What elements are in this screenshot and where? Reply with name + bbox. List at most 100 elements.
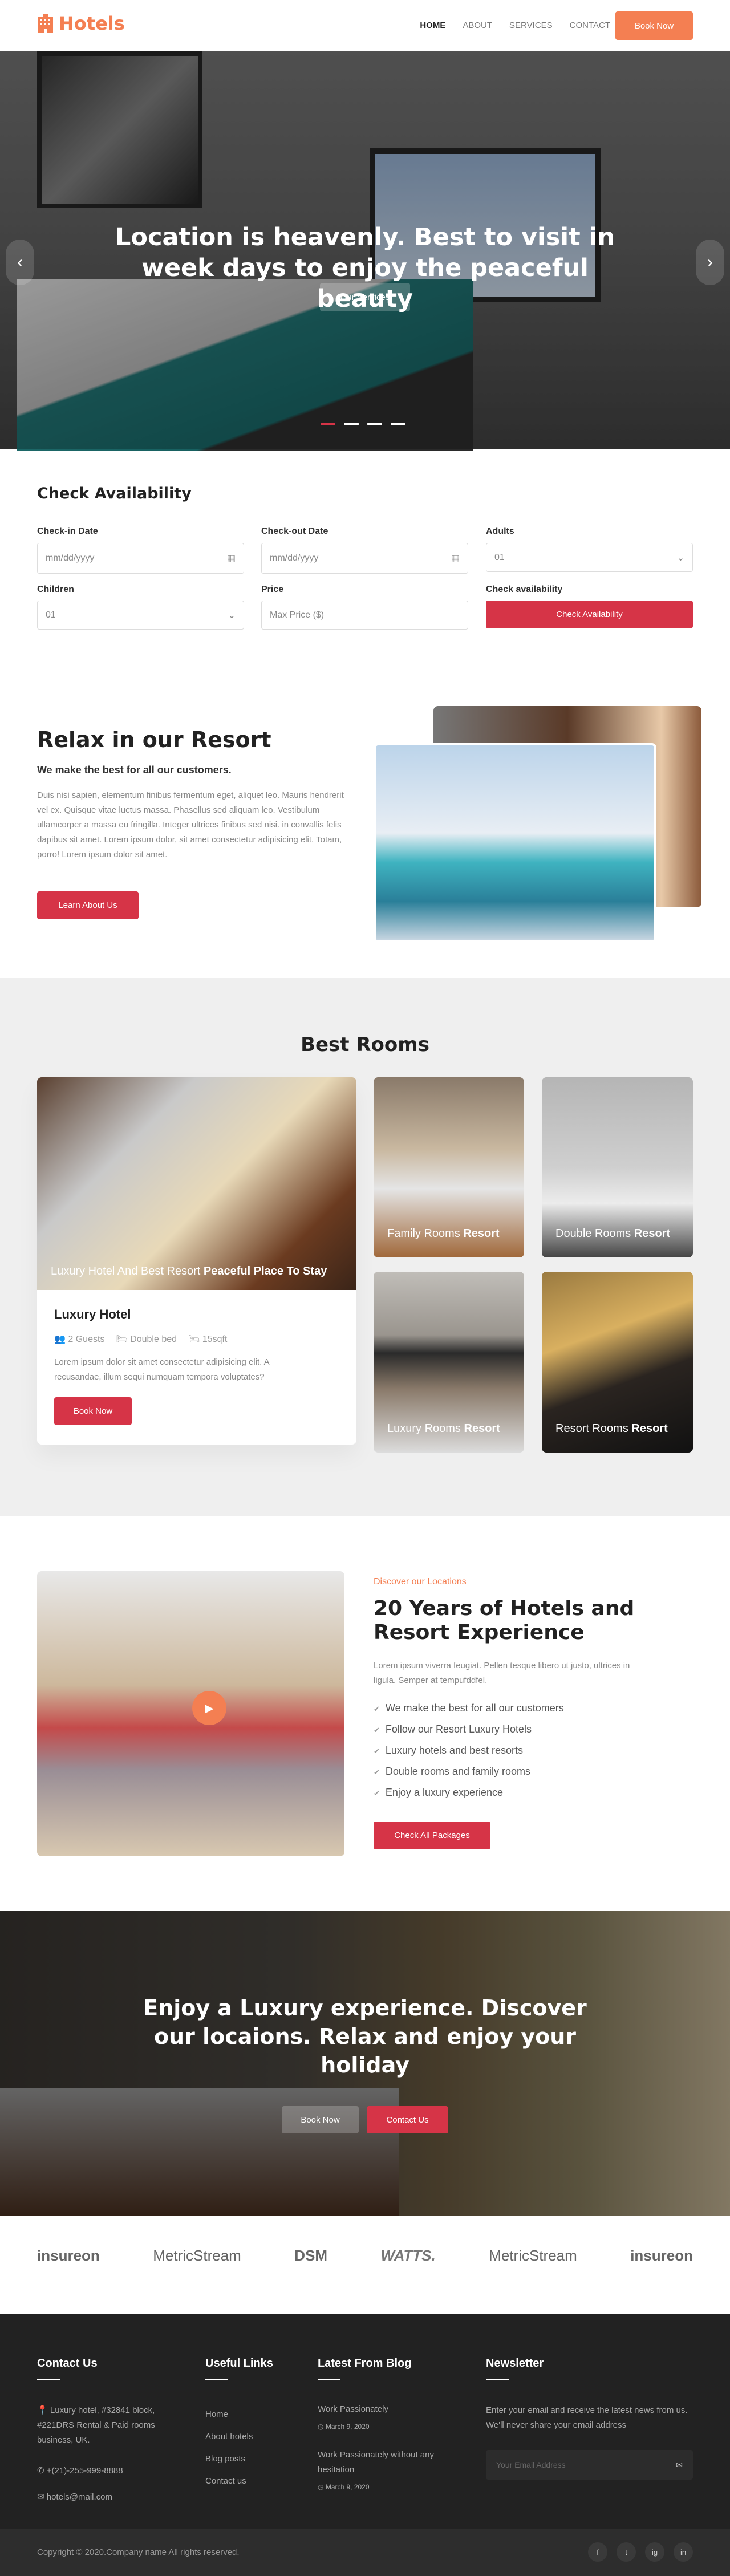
adults-select[interactable]: 01 ⌄ [486,543,693,572]
newsletter-text: Enter your email and receive the latest … [486,2405,688,2430]
banner-book-button[interactable]: Book Now [282,2106,359,2133]
price-input[interactable]: Max Price ($) [261,601,468,630]
heading-underline [486,2379,509,2380]
caption-light: Resort Rooms [555,1422,632,1435]
size-text: 15sqft [202,1334,228,1344]
heading-underline [205,2379,228,2380]
availability-title: Check Availability [37,485,192,502]
address-text: Luxury hotel, #32841 block, #221DRS Rent… [37,2405,155,2445]
room-card-family[interactable]: Family Rooms Resort [374,1077,524,1257]
slide-dot[interactable] [391,423,405,425]
footer-link-contact[interactable]: Contact us [205,2470,273,2492]
room-card-luxury[interactable]: Luxury Rooms Resort [374,1272,524,1453]
nav-services[interactable]: SERVICES [509,21,553,30]
featured-room-image: Luxury Hotel And Best Resort Peaceful Pl… [37,1077,356,1290]
book-now-button[interactable]: Book Now [615,11,693,40]
caption-light: Luxury Hotel And Best Resort [51,1265,204,1277]
children-value: 01 [46,610,56,620]
next-slide-button[interactable]: › [696,240,724,285]
phone-text: +(21)-255-999-8888 [46,2466,123,2476]
blog-post-date: ◷ March 9, 2020 [318,2419,455,2434]
bed-icon: 🛏 [116,1334,128,1344]
footer: Contact Us 📍 Luxury hotel, #32841 block,… [0,2314,730,2529]
banner-contact-button[interactable]: Contact Us [367,2106,448,2133]
users-icon: 👥 [54,1334,66,1344]
check-icon: ✔ [374,1768,380,1776]
list-text: Enjoy a luxury experience [385,1787,504,1798]
nav-links: HOME ABOUT SERVICES CONTACT [420,21,610,30]
footer-links: Useful Links Home About hotels Blog post… [205,2357,273,2492]
check-availability-button[interactable]: Check Availability [486,601,693,628]
linkedin-icon[interactable]: in [674,2542,693,2562]
footer-link-blog[interactable]: Blog posts [205,2448,273,2470]
nav-contact[interactable]: CONTACT [570,21,610,30]
chevron-down-icon: ⌄ [228,610,236,620]
twitter-icon[interactable]: t [617,2542,636,2562]
check-icon: ✔ [374,1726,380,1734]
newsletter-email-input[interactable]: Your Email Address ✉ [486,2450,693,2480]
room-caption: Resort Rooms Resort [555,1422,668,1435]
nav-home[interactable]: HOME [420,21,445,30]
partner-logo: insureon [37,2247,100,2264]
slide-dot[interactable] [344,423,359,425]
checkout-input[interactable]: mm/dd/yyyy ▦ [261,543,468,574]
slide-dot[interactable] [321,423,335,425]
checkin-input[interactable]: mm/dd/yyyy ▦ [37,543,244,574]
check-icon: ✔ [374,1789,380,1798]
rooms-title: Best Rooms [301,1033,429,1056]
footer-link-about[interactable]: About hotels [205,2425,273,2448]
facebook-icon[interactable]: f [588,2542,607,2562]
room-caption: Double Rooms Resort [555,1227,670,1240]
featured-book-button[interactable]: Book Now [54,1397,132,1425]
relax-subtitle: We make the best for all our customers. [37,764,232,776]
clock-icon: ◷ [318,2483,324,2491]
logo[interactable]: Hotels [37,13,125,34]
price-placeholder: Max Price ($) [270,610,325,620]
caption-bold: Peaceful Place To Stay [203,1265,327,1277]
check-packages-button[interactable]: Check All Packages [374,1822,490,1849]
prev-slide-button[interactable]: ‹ [6,240,34,285]
footer-link-home[interactable]: Home [205,2403,273,2425]
calendar-icon: ▦ [451,554,460,563]
checkin-label: Check-in Date [37,526,98,536]
children-label: Children [37,585,74,594]
partner-logos: insureon MetricStream DSM WATTS. MetricS… [37,2247,693,2265]
email-text: hotels@mail.com [46,2492,113,2502]
send-mail-icon[interactable]: ✉ [676,2460,683,2470]
featured-room-caption: Luxury Hotel And Best Resort Peaceful Pl… [51,1262,343,1281]
children-select[interactable]: 01 ⌄ [37,601,244,630]
learn-about-button[interactable]: Learn About Us [37,891,139,919]
nav-about[interactable]: ABOUT [463,21,492,30]
caption-bold: Resort [463,1227,500,1240]
featured-room-card[interactable]: Luxury Hotel And Best Resort Peaceful Pl… [37,1077,356,1445]
hero-slider: Location is heavenly. Best to visit in w… [0,51,730,451]
relax-text: Duis nisi sapien, elementum finibus ferm… [37,790,344,859]
room-card-resort[interactable]: Resort Rooms Resort [542,1272,693,1453]
instagram-icon[interactable]: ig [645,2542,664,2562]
bed-text: Double bed [130,1334,177,1344]
address: 📍 Luxury hotel, #32841 block, #221DRS Re… [37,2403,180,2448]
play-icon[interactable]: ▶ [192,1691,226,1725]
our-services-button[interactable]: Our Services [320,283,410,311]
about-video-image: ▶ [37,1571,344,1856]
footer-heading: Newsletter [486,2357,544,2370]
adults-value: 01 [494,552,505,562]
room-card-double[interactable]: Double Rooms Resort [542,1077,693,1257]
blog-post-title[interactable]: Work Passionately without any hesitation [318,2448,455,2477]
footer-blog: Latest From Blog Work Passionately ◷ Mar… [318,2357,455,2494]
partner-logo: WATTS. [380,2247,436,2264]
room-features: 👥 2 Guests 🛏 Double bed 🛏 15sqft [54,1333,339,1345]
links-list: Home About hotels Blog posts Contact us [205,2403,273,2492]
bed-feature: 🛏 Double bed [116,1333,177,1345]
partner-logo: MetricStream [489,2247,577,2264]
blog-post-title[interactable]: Work Passionately [318,2402,455,2417]
navbar: Hotels HOME ABOUT SERVICES CONTACT Book … [0,0,730,51]
checkout-label: Check-out Date [261,526,328,536]
check-icon: ✔ [374,1705,380,1713]
slide-dot[interactable] [367,423,382,425]
resort-image-pool [374,743,656,943]
blog-post-date: ◷ March 9, 2020 [318,2480,455,2494]
email[interactable]: ✉ hotels@mail.com [37,2490,180,2505]
mail-icon: ✉ [37,2492,44,2502]
list-text: Luxury hotels and best resorts [385,1745,524,1756]
